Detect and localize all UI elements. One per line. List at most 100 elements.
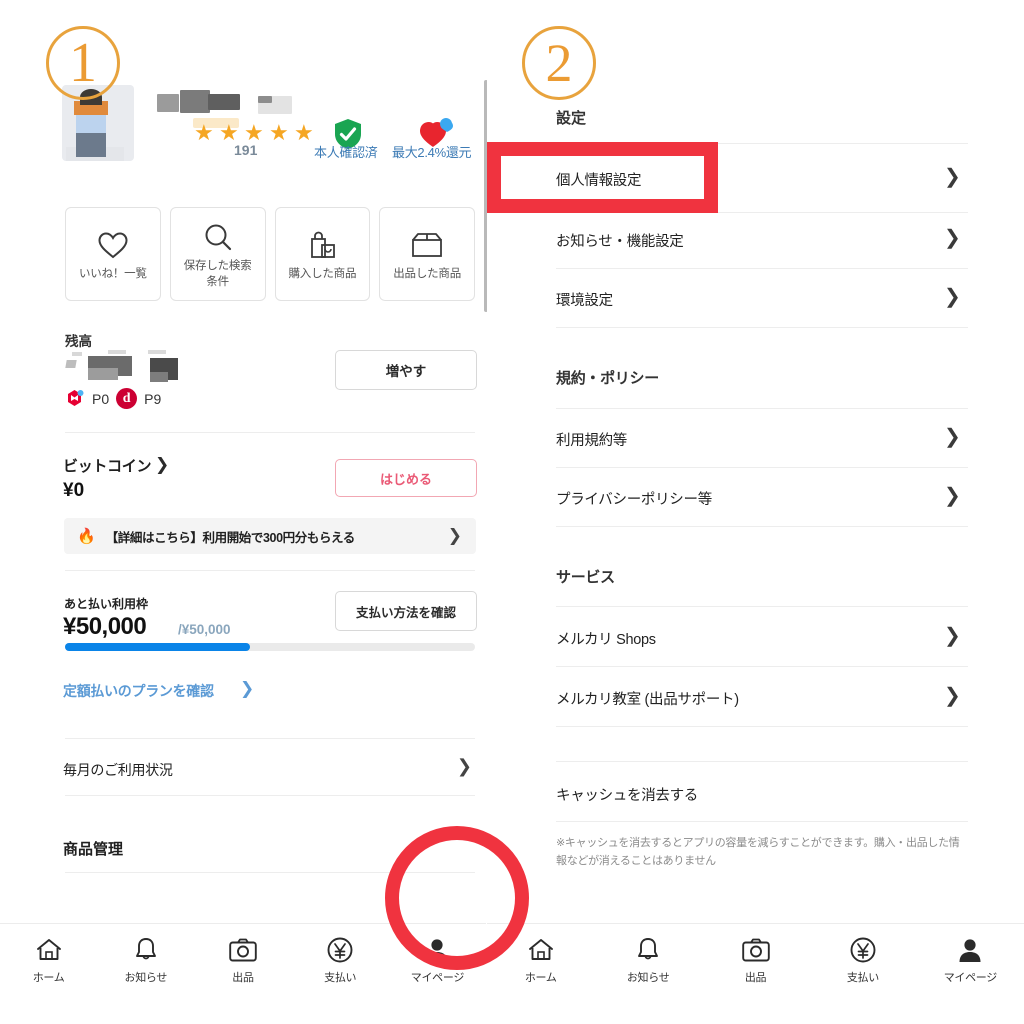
camera-icon bbox=[229, 936, 257, 964]
tab-notifications[interactable]: お知らせ bbox=[594, 936, 701, 985]
bell-icon bbox=[636, 936, 660, 964]
chevron-right-icon: ❯ bbox=[944, 166, 961, 188]
cache-note: ※キャッシュを消去するとアプリの容量を減らすことができます。購入・出品した情報な… bbox=[556, 837, 960, 868]
tab-label: ホーム bbox=[32, 972, 65, 984]
add-balance-button[interactable]: 増やす bbox=[335, 350, 477, 390]
tab-mypage[interactable]: マイページ bbox=[917, 936, 1024, 985]
verified-label: 本人確認済 bbox=[314, 145, 378, 160]
divider bbox=[556, 821, 968, 822]
tab-sell[interactable]: 出品 bbox=[194, 936, 291, 985]
afterpay-label: あと払い利用枠 bbox=[64, 597, 149, 611]
tile-listed[interactable]: 出品した商品 bbox=[379, 207, 475, 301]
balance-redacted bbox=[148, 350, 166, 354]
tile-label: 出品した商品 bbox=[393, 268, 462, 281]
username-redacted bbox=[157, 94, 179, 112]
chevron-right-icon: ❯ bbox=[944, 485, 961, 507]
afterpay-progress-fill bbox=[65, 643, 250, 651]
chevron-right-icon: ❯ bbox=[944, 625, 961, 647]
tab-label: 支払い bbox=[846, 972, 879, 984]
divider bbox=[556, 761, 968, 762]
divider bbox=[556, 606, 968, 607]
afterpay-amount: ¥50,000 bbox=[63, 613, 147, 640]
chevron-right-icon: ❯ bbox=[240, 679, 255, 698]
divider bbox=[556, 666, 968, 667]
check-payment-method-button[interactable]: 支払い方法を確認 bbox=[335, 591, 477, 631]
mercari-point-value: P0 bbox=[92, 390, 110, 407]
tile-purchased[interactable]: 購入した商品 bbox=[274, 207, 371, 301]
tab-home[interactable]: ホーム bbox=[0, 936, 97, 985]
star-icon: ★ bbox=[294, 120, 314, 145]
monthly-usage-label: 毎月のご利用状況 bbox=[63, 762, 173, 778]
settings-header: 設定 bbox=[556, 110, 587, 127]
tab-payment[interactable]: 支払い bbox=[809, 936, 916, 985]
username-redacted bbox=[180, 90, 210, 113]
divider bbox=[65, 795, 475, 796]
balance-redacted bbox=[72, 352, 82, 356]
heart-icon bbox=[98, 225, 128, 265]
annotation-step-2: 2 bbox=[522, 26, 596, 100]
settings-item-preferences[interactable]: 環境設定 bbox=[556, 289, 613, 310]
service-section-title: サービス bbox=[556, 569, 615, 586]
username-redacted bbox=[208, 94, 240, 110]
clear-cache-item[interactable]: キャッシュを消去する bbox=[556, 784, 698, 805]
bitcoin-title[interactable]: ビットコイン bbox=[63, 455, 152, 476]
divider bbox=[556, 726, 968, 727]
quick-action-tiles: いいね！一覧 保存した検索 条件 購入した商品 出品した商品 bbox=[65, 207, 475, 301]
bitcoin-start-button[interactable]: はじめる bbox=[335, 459, 477, 497]
divider bbox=[65, 432, 475, 433]
afterpay-progress-track bbox=[65, 643, 475, 651]
home-icon bbox=[36, 936, 62, 964]
settings-item-notifications[interactable]: お知らせ・機能設定 bbox=[556, 230, 684, 251]
divider bbox=[556, 268, 968, 269]
tile-label: 保存した検索 条件 bbox=[184, 259, 252, 290]
star-icon: ★ bbox=[269, 120, 289, 145]
tile-likes[interactable]: いいね！一覧 bbox=[65, 207, 161, 301]
person-icon bbox=[958, 936, 982, 964]
mercari-icon bbox=[64, 388, 85, 409]
screenshot-root: ★ ★ ★ ★ ★ 191 本人確認済 最大2.4%還元 いいね！一覧 保存した… bbox=[0, 0, 1024, 1024]
tab-sell[interactable]: 出品 bbox=[702, 936, 809, 985]
points-row: P0 d P9 bbox=[64, 388, 161, 409]
divider bbox=[556, 327, 968, 328]
dpoint-icon: d bbox=[116, 388, 138, 409]
star-icon: ★ bbox=[219, 120, 239, 145]
balance-redacted bbox=[108, 350, 126, 354]
profile-header: ★ ★ ★ ★ ★ 191 本人確認済 最大2.4%還元 bbox=[62, 80, 472, 185]
balance-redacted bbox=[88, 368, 118, 380]
tile-label-line1: 保存した検索 bbox=[183, 260, 252, 273]
balance-redacted bbox=[65, 360, 77, 368]
promo-text: 【詳細はこちら】利用開始で300円分もらえる bbox=[105, 530, 356, 545]
policy-item-terms[interactable]: 利用規約等 bbox=[556, 429, 627, 450]
tile-label-line2: 条件 bbox=[206, 276, 229, 288]
promo-banner[interactable]: 🔥 【詳細はこちら】利用開始で300円分もらえる ❯ bbox=[64, 518, 476, 554]
tab-notifications[interactable]: お知らせ bbox=[97, 936, 194, 985]
policy-item-privacy[interactable]: プライバシーポリシー等 bbox=[556, 488, 712, 509]
chevron-right-icon: ❯ bbox=[944, 227, 961, 249]
tab-label: ホーム bbox=[524, 972, 557, 984]
yen-icon bbox=[327, 936, 353, 964]
tile-label: 購入した商品 bbox=[288, 268, 357, 281]
tab-label: マイページ bbox=[943, 972, 998, 984]
bell-icon bbox=[134, 936, 158, 964]
search-icon bbox=[204, 217, 232, 257]
tab-label: 出品 bbox=[744, 972, 767, 984]
product-management-title: 商品管理 bbox=[63, 841, 124, 858]
chevron-right-icon: ❯ bbox=[944, 685, 961, 707]
shopping-bag-icon bbox=[307, 225, 337, 265]
tile-saved-search[interactable]: 保存した検索 条件 bbox=[169, 207, 266, 301]
tile-label: いいね！一覧 bbox=[78, 268, 147, 281]
rating-stars[interactable]: ★ ★ ★ ★ ★ bbox=[194, 120, 315, 145]
chevron-right-icon: ❯ bbox=[155, 455, 170, 474]
camera-icon bbox=[741, 936, 770, 964]
service-item-classroom[interactable]: メルカリ教室 (出品サポート) bbox=[556, 688, 739, 709]
tab-payment[interactable]: 支払い bbox=[292, 936, 389, 985]
bottom-tabbar-right: ホーム お知らせ 出品 支払い マイページ bbox=[487, 923, 1024, 1024]
service-item-shops[interactable]: メルカリ Shops bbox=[556, 628, 656, 649]
balance-section-label: 残高 bbox=[65, 334, 92, 349]
yen-icon bbox=[850, 936, 876, 964]
username-redacted bbox=[258, 96, 272, 103]
divider bbox=[556, 526, 968, 527]
annotation-highlight-box bbox=[487, 142, 718, 213]
plan-check-link[interactable]: 定額払いのプランを確認 bbox=[63, 681, 214, 701]
monthly-usage-row[interactable]: 毎月のご利用状況 ❯ bbox=[0, 748, 486, 790]
